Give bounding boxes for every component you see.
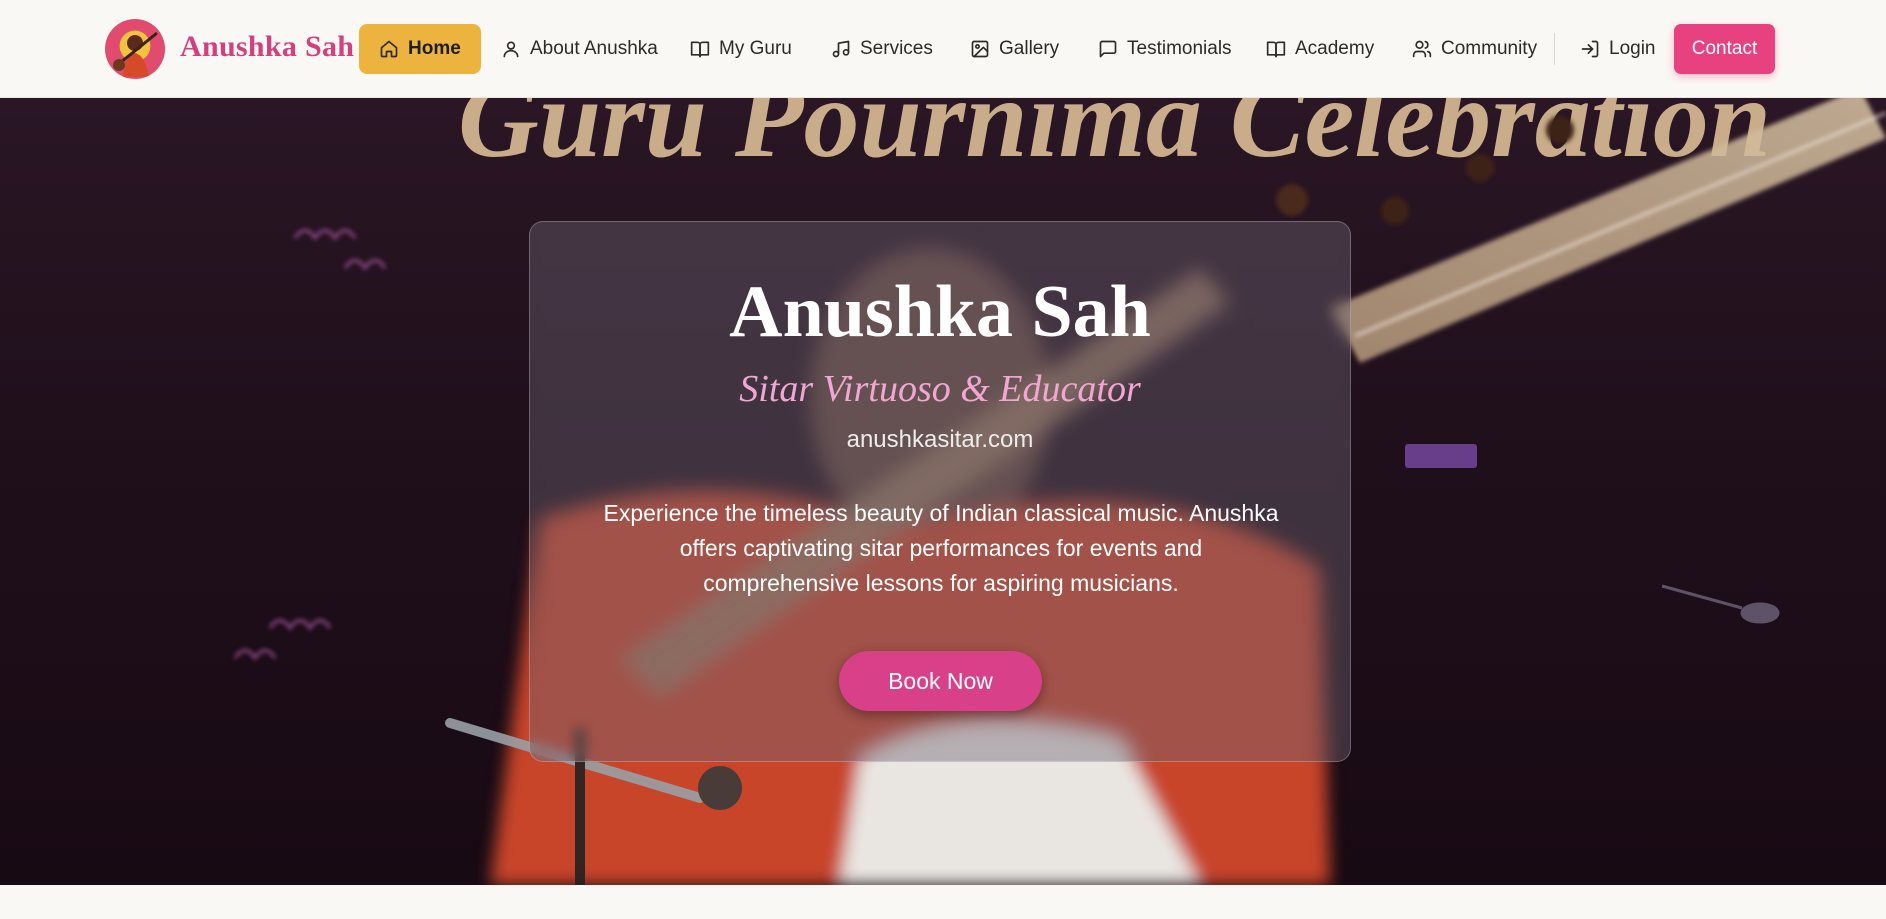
contact-button[interactable]: Contact xyxy=(1674,24,1775,74)
nav-academy-label: Academy xyxy=(1295,38,1375,59)
message-square-icon xyxy=(1099,40,1117,58)
music-note-icon xyxy=(832,40,850,58)
nav-community-label: Community xyxy=(1441,38,1538,59)
hero-card: Anushka Sah Sitar Virtuoso & Educator an… xyxy=(529,221,1351,762)
nav-community[interactable]: Community xyxy=(1410,24,1539,74)
log-in-icon xyxy=(1581,40,1599,58)
nav-gallery-label: Gallery xyxy=(999,38,1060,59)
nav-gallery[interactable]: Gallery xyxy=(968,24,1061,74)
nav-login[interactable]: Login xyxy=(1578,24,1658,74)
home-icon xyxy=(380,40,398,58)
hero-subtitle: Sitar Virtuoso & Educator xyxy=(739,368,1141,410)
sitar-player-icon xyxy=(113,31,158,77)
book-open-icon xyxy=(1266,41,1286,58)
book-open-icon xyxy=(690,41,710,58)
image-icon xyxy=(971,40,989,58)
nav-testimonials[interactable]: Testimonials xyxy=(1096,24,1234,74)
brand-name[interactable]: Anushka Sah xyxy=(180,30,354,64)
nav-my-guru[interactable]: My Guru xyxy=(688,24,794,74)
nav-about[interactable]: About Anushka xyxy=(499,24,660,74)
nav-home-label: Home xyxy=(408,38,461,59)
nav-my-guru-label: My Guru xyxy=(719,38,792,59)
nav-home[interactable]: Home xyxy=(359,24,481,74)
hero-description: Experience the timeless beauty of Indian… xyxy=(603,500,1279,596)
users-icon xyxy=(1412,40,1432,58)
hero-section: Guru Pournima Celebration Anushka Sah Si… xyxy=(0,98,1886,885)
nav-login-label: Login xyxy=(1609,38,1656,59)
hero-website: anushkasitar.com xyxy=(846,426,1034,453)
banner-text: Guru Pournima Celebration xyxy=(458,98,1771,181)
hero-title: Anushka Sah xyxy=(729,271,1151,353)
user-icon xyxy=(503,41,519,58)
nav-divider xyxy=(1554,33,1555,65)
nav-services[interactable]: Services xyxy=(829,24,935,74)
nav-academy[interactable]: Academy xyxy=(1264,24,1376,74)
book-now-button[interactable]: Book Now xyxy=(839,651,1042,711)
nav-about-label: About Anushka xyxy=(530,38,658,59)
nav-services-label: Services xyxy=(860,38,933,59)
logo-avatar[interactable] xyxy=(105,19,165,79)
nav-testimonials-label: Testimonials xyxy=(1127,38,1232,59)
top-navbar: Anushka Sah Home About Anushka My Guru S… xyxy=(0,0,1886,98)
